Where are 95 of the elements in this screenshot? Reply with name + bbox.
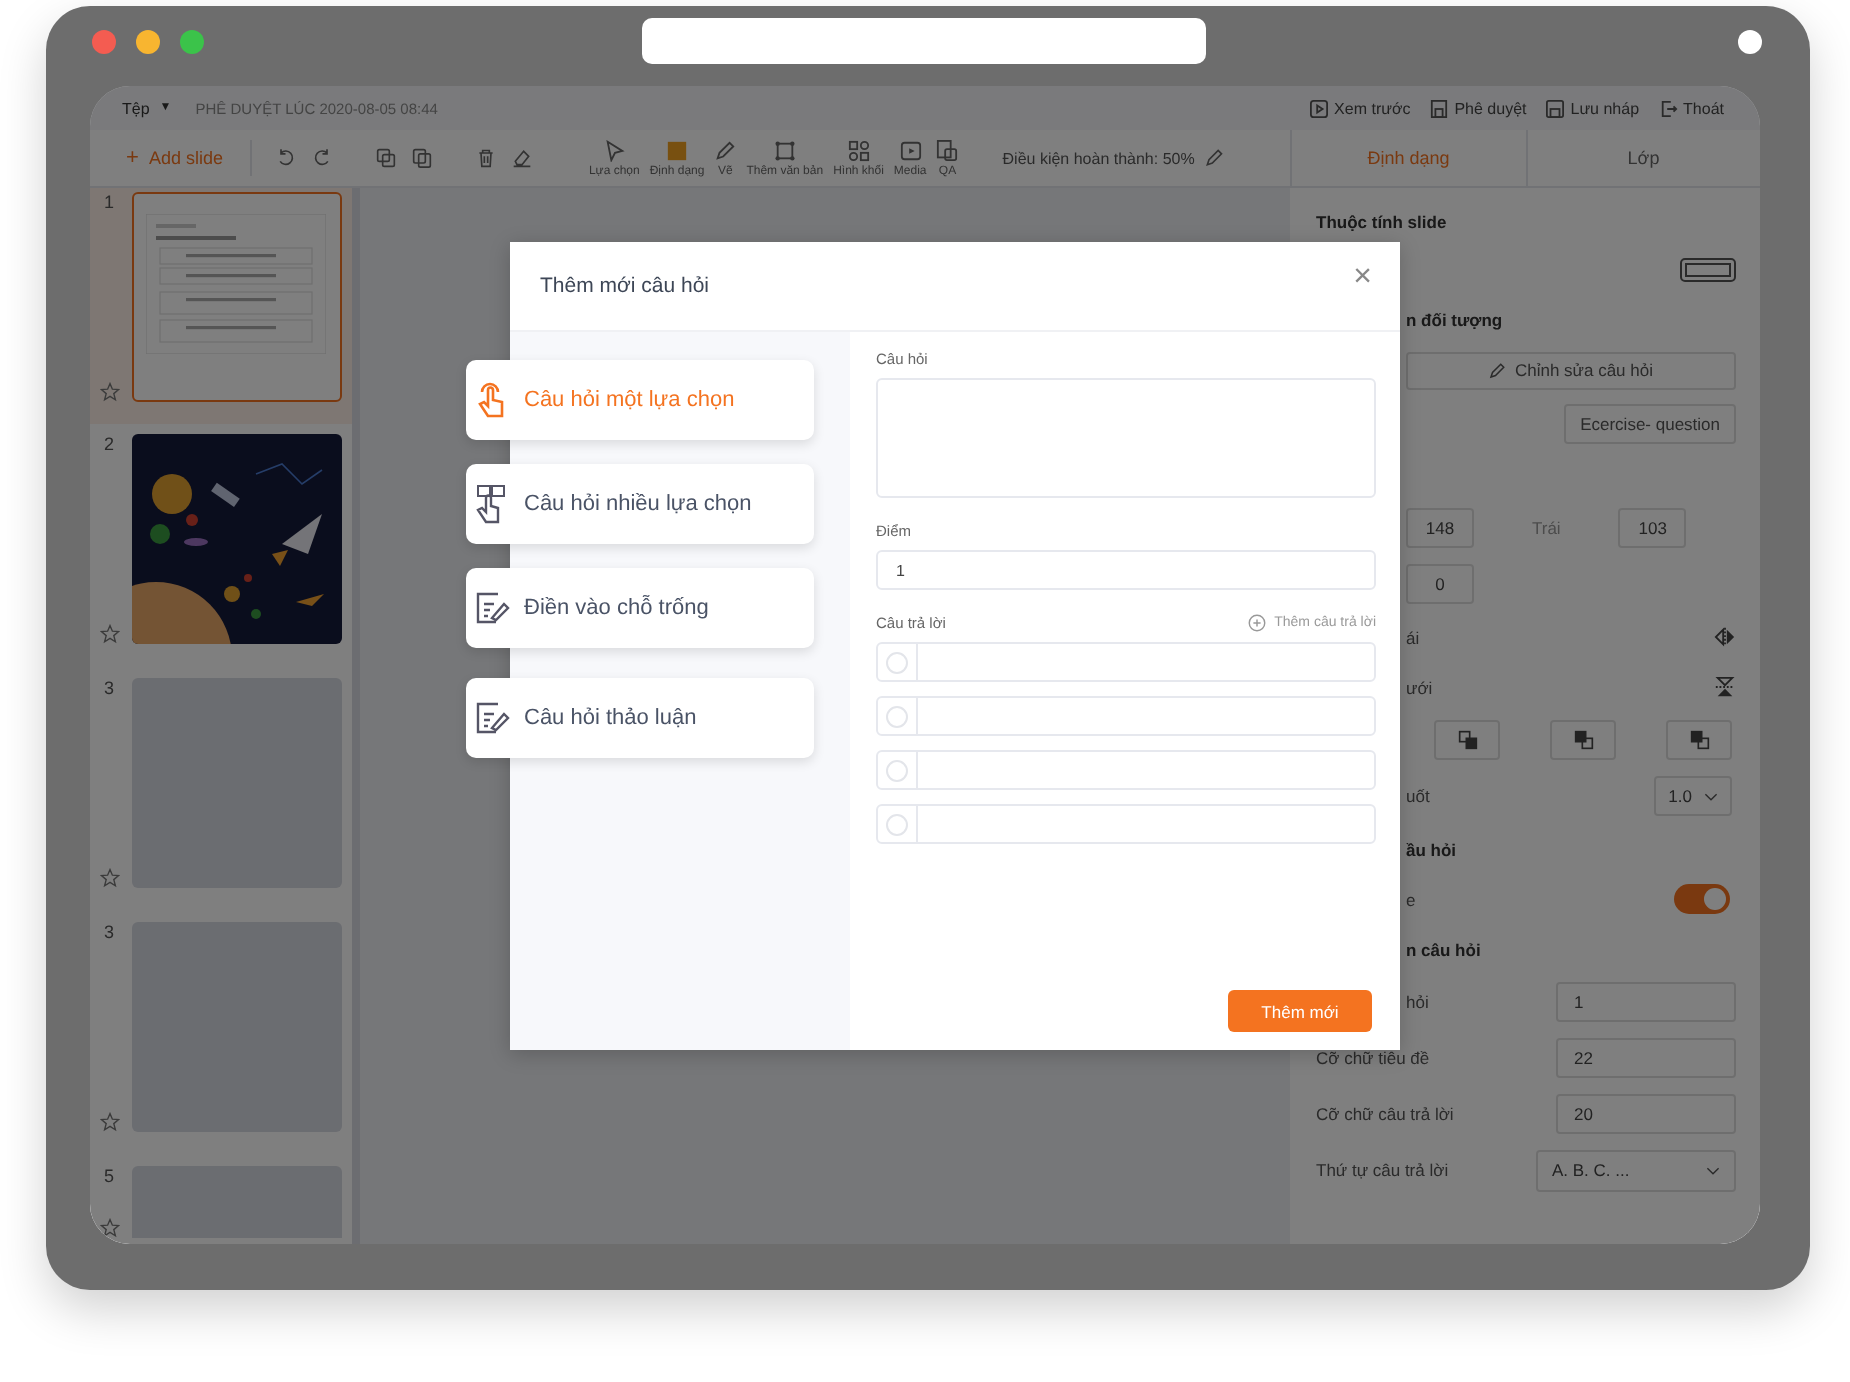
close-button[interactable]: × — [1353, 260, 1372, 296]
input-field[interactable]: 1 — [1556, 982, 1736, 1022]
text-frame-icon — [773, 139, 796, 161]
number-field[interactable]: 103 — [1618, 508, 1687, 548]
field-label: Thứ tự câu trả lời — [1316, 1160, 1449, 1180]
field-label: ái — [1406, 627, 1420, 647]
star-icon[interactable] — [100, 382, 120, 402]
redo-icon[interactable] — [312, 148, 333, 168]
question-type-option[interactable]: Câu hỏi nhiều lựa chọn — [466, 464, 814, 544]
field-label: uốt — [1406, 786, 1430, 806]
question-field[interactable] — [876, 378, 1376, 498]
pencil-icon[interactable] — [1204, 148, 1225, 168]
star-icon[interactable] — [100, 868, 120, 888]
answer-field[interactable] — [876, 642, 1376, 682]
edit-document-icon — [472, 588, 512, 628]
question-type-option[interactable]: Điền vào chỗ trống — [466, 568, 814, 648]
score-field[interactable]: 1 — [876, 550, 1376, 590]
undo-icon[interactable] — [276, 148, 297, 168]
radio-button[interactable] — [886, 705, 908, 727]
answer-field[interactable] — [876, 804, 1376, 844]
number-field[interactable]: 148 — [1406, 508, 1474, 548]
slide-number: 5 — [102, 1166, 115, 1188]
delete-icon[interactable] — [476, 148, 497, 168]
copy-icon[interactable] — [376, 148, 397, 168]
layer-order-button[interactable] — [1550, 720, 1616, 760]
play-icon[interactable] — [1310, 99, 1329, 117]
input-field[interactable]: 20 — [1556, 1094, 1736, 1134]
flip-horizontal-icon[interactable] — [1714, 626, 1736, 648]
radio-button[interactable] — [886, 759, 908, 781]
input-field[interactable]: 22 — [1556, 1038, 1736, 1078]
maximize-button[interactable] — [180, 29, 204, 53]
save-icon[interactable] — [1546, 99, 1565, 117]
minimize-button[interactable] — [136, 29, 160, 53]
question-document-icon — [936, 139, 959, 161]
plus-circle-icon — [1248, 614, 1267, 632]
toolbar-link[interactable]: Phê duyệt — [1454, 99, 1527, 117]
shapes-icon — [847, 139, 870, 161]
flip-vertical-icon[interactable] — [1714, 676, 1736, 698]
slide-ratio-icon[interactable] — [1680, 258, 1736, 282]
question-type-option[interactable]: Câu hỏi một lựa chọn — [466, 360, 814, 440]
edit-question-button[interactable]: Chỉnh sửa câu hỏi — [1406, 351, 1736, 389]
completion-condition: Điều kiện hoàn thành: 50% — [1002, 149, 1195, 167]
document-icon[interactable] — [1430, 99, 1449, 117]
toolbar-link[interactable]: Xem trước — [1334, 99, 1411, 117]
layers-icon — [1457, 730, 1477, 750]
radio-button[interactable] — [886, 651, 908, 673]
toolbar-link[interactable]: Thoát — [1683, 99, 1724, 117]
field-label: e — [1406, 889, 1416, 909]
toolbar-link[interactable]: Lưu nháp — [1570, 99, 1640, 117]
dropdown[interactable]: 1.0 — [1654, 776, 1732, 816]
question-type-option[interactable]: Câu hỏi thảo luận — [466, 678, 814, 758]
field-label: hỏi — [1406, 992, 1429, 1012]
answer-field[interactable] — [876, 696, 1376, 736]
section-heading: Thuộc tính slide — [1316, 211, 1447, 231]
eraser-icon[interactable] — [512, 148, 533, 168]
slide-number: 3 — [102, 678, 115, 700]
chevron-down-icon — [1706, 1165, 1720, 1175]
exit-icon[interactable] — [1659, 99, 1678, 117]
layer-order-button[interactable] — [1434, 720, 1500, 760]
radio-button[interactable] — [886, 813, 908, 835]
slide-thumbnail[interactable] — [132, 192, 342, 402]
star-icon[interactable] — [100, 624, 120, 644]
answer-field[interactable] — [876, 750, 1376, 790]
layer-order-button[interactable] — [1666, 720, 1732, 760]
star-icon[interactable] — [100, 1112, 120, 1132]
add-slide-button[interactable]: + Add slide — [126, 146, 223, 170]
media-icon — [899, 139, 922, 161]
toggle-switch[interactable] — [1674, 884, 1730, 914]
field-label: Cỡ chữ câu trả lời — [1316, 1104, 1454, 1124]
layers-icon — [1573, 730, 1593, 750]
pencil-icon — [1488, 361, 1507, 379]
add-new-button[interactable]: Thêm mới — [1228, 990, 1372, 1032]
pencil-icon — [714, 139, 737, 161]
field-label: Cỡ chữ tiêu đề — [1316, 1048, 1430, 1068]
edit-document-icon — [472, 698, 512, 738]
status-dot — [1738, 29, 1762, 53]
slide-number: 2 — [102, 434, 115, 456]
cursor-icon — [603, 139, 626, 161]
slide-number: 1 — [102, 192, 115, 214]
dropdown[interactable]: A. B. C. ... — [1536, 1149, 1736, 1191]
file-menu[interactable]: Tệp — [122, 99, 150, 117]
layers-icon — [1689, 730, 1709, 750]
color-square-icon — [666, 139, 689, 161]
slide-number: 3 — [102, 922, 115, 944]
section-heading: n câu hỏi — [1406, 939, 1481, 959]
star-icon[interactable] — [100, 1218, 120, 1238]
section-heading: ầu hỏi — [1406, 839, 1457, 859]
chevron-down-icon — [1704, 791, 1718, 801]
number-field[interactable]: 0 — [1406, 564, 1474, 604]
paste-icon[interactable] — [412, 148, 433, 168]
close-button[interactable] — [92, 29, 116, 53]
tag-button[interactable]: Ecercise- question — [1564, 404, 1736, 444]
section-heading: n đối tượng — [1406, 309, 1503, 329]
field-label: ưới — [1406, 677, 1433, 697]
dialog-title: Thêm mới câu hỏi — [540, 274, 709, 298]
